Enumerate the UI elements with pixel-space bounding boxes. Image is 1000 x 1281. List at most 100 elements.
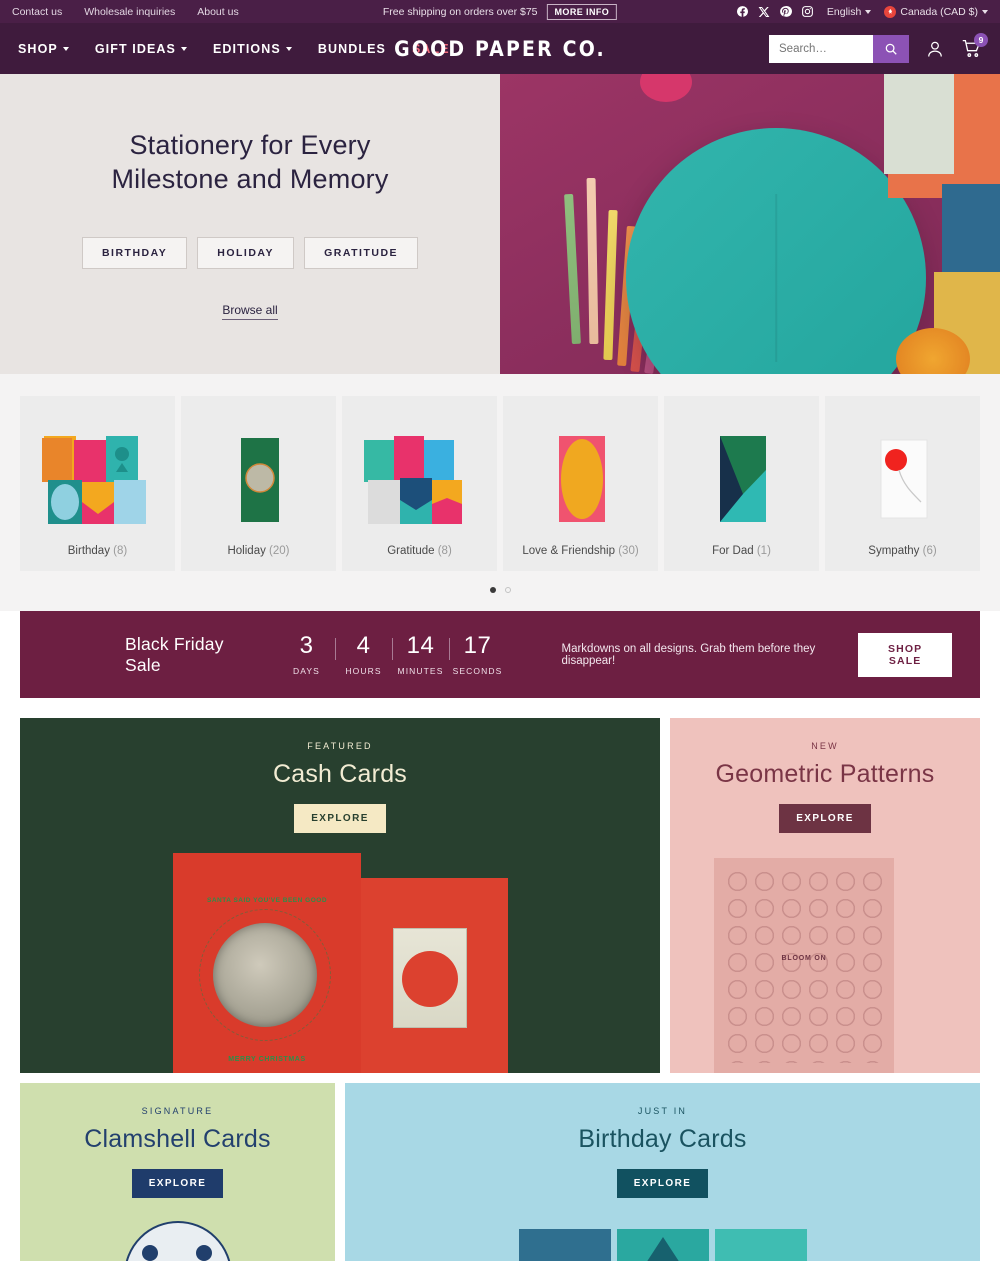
category-count: (20): [269, 545, 290, 557]
sage-card: [884, 74, 954, 174]
hero-button-holiday[interactable]: HOLIDAY: [197, 237, 295, 270]
instagram-icon[interactable]: [801, 5, 814, 18]
hero-title: Stationery for Every Milestone and Memor…: [111, 128, 388, 196]
promo-header: JUST IN Birthday Cards EXPLORE: [345, 1083, 980, 1198]
country-value: Canada (CAD $): [900, 5, 978, 18]
nav-item-editions[interactable]: EDITIONS: [213, 42, 292, 56]
x-icon[interactable]: [758, 6, 770, 18]
explore-button[interactable]: EXPLORE: [294, 804, 386, 833]
cash-card-bottom-text: MERRY CHRISTMAS: [228, 1056, 306, 1063]
nav-label: EDITIONS: [212, 41, 281, 56]
countdown-timer: 3 DAYS 4 HOURS 14 MINUTES 17 SECONDS: [282, 631, 503, 676]
category-label: Holiday (20): [227, 545, 289, 557]
promo-tile-birthday-cards[interactable]: JUST IN Birthday Cards EXPLORE: [345, 1083, 980, 1261]
countdown-separator: [448, 637, 450, 660]
nav-item-shop[interactable]: SHOP: [18, 42, 69, 56]
pinterest-icon[interactable]: [779, 5, 792, 18]
category-count: (30): [618, 545, 639, 557]
browse-all-link[interactable]: Browse all: [222, 303, 278, 321]
utility-link-contact[interactable]: Contact us: [12, 6, 62, 18]
search-button[interactable]: [873, 34, 909, 63]
promo-title: Geometric Patterns: [715, 760, 935, 788]
category-name: Sympathy: [868, 545, 920, 557]
birthday-card-blue: [518, 1229, 611, 1261]
cash-card-right-panel: [361, 878, 508, 1073]
category-card-for-dad[interactable]: For Dad (1): [664, 396, 819, 571]
explore-button[interactable]: EXPLORE: [779, 804, 871, 833]
birthday-cards-image: [41, 435, 146, 524]
category-name: Birthday: [67, 545, 110, 557]
search-icon: [885, 43, 897, 55]
countdown-label: DAYS: [293, 665, 320, 676]
category-card-birthday[interactable]: Birthday (8): [20, 396, 175, 571]
countdown-days: 3 DAYS: [282, 633, 332, 676]
category-thumbnail: [833, 414, 972, 545]
carousel-dot-1[interactable]: [489, 587, 496, 593]
hero-content: Stationery for Every Milestone and Memor…: [0, 74, 500, 374]
category-thumbnail: [28, 414, 167, 545]
category-label: For Dad (1): [712, 545, 771, 557]
utility-link-about[interactable]: About us: [197, 6, 238, 18]
countdown-seconds: 17 SECONDS: [452, 633, 503, 676]
nav-item-bundles[interactable]: BUNDLES: [318, 42, 386, 56]
promo-title: Cash Cards: [273, 760, 407, 788]
carousel-pagination: [0, 571, 1000, 611]
promo-tile-cash-cards[interactable]: FEATURED Cash Cards EXPLORE SANTA SAID Y…: [20, 718, 660, 1073]
category-card-love-friendship[interactable]: Love & Friendship (30): [503, 396, 658, 571]
holiday-card-image: [240, 437, 279, 522]
triangle-shape: [645, 1237, 680, 1261]
utility-right: English Canada (CAD $): [736, 5, 988, 18]
cart-button[interactable]: 9: [961, 33, 988, 59]
carousel-dot-2[interactable]: [504, 587, 511, 593]
chevron-down-icon: [180, 46, 187, 51]
category-label: Birthday (8): [68, 545, 127, 557]
countdown-separator: [391, 637, 393, 660]
love-friendship-card-image: [558, 435, 605, 522]
account-button[interactable]: [925, 39, 945, 59]
utility-link-wholesale[interactable]: Wholesale inquiries: [84, 6, 175, 18]
promo-eyebrow: NEW: [811, 741, 839, 751]
category-count: (1): [756, 545, 771, 557]
explore-button[interactable]: EXPLORE: [131, 1169, 224, 1198]
search-input[interactable]: [769, 34, 873, 63]
promo-eyebrow: SIGNATURE: [141, 1106, 214, 1116]
explore-button[interactable]: EXPLORE: [616, 1169, 709, 1198]
shipping-text: Free shipping on orders over $75: [382, 5, 538, 18]
countdown-label: SECONDS: [452, 665, 503, 676]
category-card-sympathy[interactable]: Sympathy (6): [825, 396, 980, 571]
category-card-holiday[interactable]: Holiday (20): [181, 396, 336, 571]
category-thumbnail: [672, 414, 811, 545]
language-value: English: [826, 5, 862, 18]
language-selector[interactable]: English: [826, 5, 872, 18]
category-label: Gratitude (8): [387, 545, 452, 557]
nav-actions: 9: [769, 33, 988, 63]
utility-links: Contact us Wholesale inquiries About us: [12, 6, 239, 18]
countdown-value: 14: [406, 631, 435, 659]
category-carousel: Birthday (8) Holiday (20) Gratitude (8) …: [0, 374, 1000, 571]
country-selector[interactable]: Canada (CAD $): [884, 5, 988, 18]
franklin-portrait: [213, 923, 317, 1027]
promo-tile-geometric-patterns[interactable]: NEW Geometric Patterns EXPLORE BLOOM ON: [670, 718, 980, 1073]
more-info-button[interactable]: MORE INFO: [546, 3, 618, 20]
hero-title-line2: Milestone and Memory: [111, 164, 389, 194]
hero-button-gratitude[interactable]: GRATITUDE: [304, 237, 419, 270]
birthday-card-light-teal: [714, 1229, 807, 1261]
promo-header: FEATURED Cash Cards EXPLORE: [20, 718, 660, 833]
facebook-icon[interactable]: [736, 5, 749, 18]
hero-button-birthday[interactable]: BIRTHDAY: [81, 237, 188, 270]
nav-menu: SHOP GIFT IDEAS EDITIONS BUNDLES SALE: [18, 42, 450, 56]
countdown-minutes: 14 MINUTES: [396, 631, 446, 676]
chevron-down-icon: [62, 46, 69, 51]
category-card-gratitude[interactable]: Gratitude (8): [342, 396, 497, 571]
promo-row-bottom: SIGNATURE Clamshell Cards EXPLORE JUST I…: [20, 1083, 980, 1261]
nav-item-gift-ideas[interactable]: GIFT IDEAS: [95, 42, 187, 56]
promo-eyebrow: JUST IN: [637, 1106, 688, 1116]
countdown-label: HOURS: [345, 665, 382, 676]
countdown-value: 4: [356, 631, 371, 659]
dollar-bill: [393, 928, 467, 1028]
category-thumbnail: [511, 414, 650, 545]
promo-tile-clamshell-cards[interactable]: SIGNATURE Clamshell Cards EXPLORE: [20, 1083, 335, 1261]
promo-eyebrow: FEATURED: [307, 741, 373, 751]
site-logo[interactable]: GOOD PAPER CO.: [394, 37, 606, 61]
shop-sale-button[interactable]: SHOP SALE: [858, 632, 953, 677]
